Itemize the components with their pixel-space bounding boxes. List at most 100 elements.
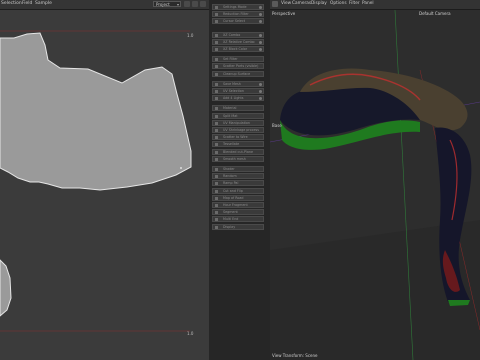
node-button-label: Cleanup Surface bbox=[223, 71, 251, 76]
node-icon bbox=[215, 143, 218, 147]
node-button[interactable]: Add 4 Lights bbox=[212, 95, 264, 102]
node-button[interactable]: XZ Combo bbox=[212, 31, 264, 38]
network-2d-view[interactable]: 1.0 1.0 bbox=[0, 10, 209, 360]
node-button[interactable]: UV Manipulation bbox=[212, 119, 264, 126]
node-button[interactable]: Blended cut-Plane bbox=[212, 148, 264, 155]
expand-icon[interactable] bbox=[192, 1, 198, 7]
node-button-label: Shader bbox=[223, 167, 235, 171]
menu-view[interactable]: View bbox=[281, 1, 291, 7]
menu-field[interactable]: Field bbox=[22, 1, 32, 7]
toggle-icon[interactable] bbox=[259, 13, 262, 17]
node-icon bbox=[215, 204, 218, 207]
node-button-label: Cut and Flip bbox=[223, 188, 243, 193]
node-button-label: Material bbox=[223, 106, 237, 111]
node-button[interactable]: Reduction Filter bbox=[212, 11, 264, 18]
node-icon bbox=[215, 40, 218, 44]
node-button-label: Add 4 Lights bbox=[223, 96, 244, 101]
node-button[interactable]: Ramp Pal bbox=[212, 180, 264, 187]
toggle-icon[interactable] bbox=[259, 40, 262, 44]
node-button-label: Reduction Filter bbox=[223, 12, 249, 17]
top-right-value: 1.0 bbox=[187, 33, 194, 38]
node-icon bbox=[215, 72, 218, 76]
menu-display[interactable]: Display bbox=[311, 1, 327, 7]
node-button[interactable]: Display bbox=[212, 223, 264, 230]
node-icon bbox=[215, 20, 218, 24]
node-button-label: Map of Road bbox=[223, 195, 244, 200]
node-button[interactable]: Hour Fragment bbox=[212, 202, 264, 208]
shape-canvas bbox=[0, 30, 192, 332]
node-button[interactable]: Multi End bbox=[212, 216, 264, 223]
node-button[interactable]: Scatter to Wire bbox=[212, 134, 264, 141]
node-button[interactable]: Map of Road bbox=[212, 194, 264, 201]
node-button[interactable]: XZ Relative Combo bbox=[212, 38, 264, 45]
toggle-icon[interactable] bbox=[259, 48, 262, 51]
point-marker[interactable] bbox=[180, 167, 182, 169]
node-button[interactable]: Material bbox=[212, 105, 264, 112]
node-button[interactable]: UV Shrinkage process bbox=[212, 127, 264, 133]
node-icon bbox=[215, 6, 218, 9]
node-button[interactable]: Random bbox=[212, 173, 264, 180]
viewport-3d[interactable]: Perspective Default Camera Base View Tra… bbox=[270, 10, 480, 360]
node-button[interactable]: Tessellate bbox=[212, 141, 264, 148]
menu-filter[interactable]: Filter bbox=[349, 1, 360, 7]
viewport-3d-panel: View Cameras Display Options Filter Pane… bbox=[270, 0, 480, 360]
node-button-label: Tessellate bbox=[223, 142, 240, 147]
node-button-label: Scatter Ports (visible) bbox=[223, 64, 259, 69]
node-icon bbox=[215, 189, 218, 193]
node-icon bbox=[215, 168, 218, 171]
node-icon bbox=[215, 13, 218, 17]
node-button[interactable]: Segment bbox=[212, 209, 264, 216]
view-transform-label: View Transform: Scene bbox=[272, 353, 318, 358]
node-button[interactable]: Save Mesh bbox=[212, 80, 264, 87]
toggle-icon[interactable] bbox=[259, 6, 262, 9]
node-button[interactable]: Cursor Select bbox=[212, 18, 264, 25]
menu-icon[interactable] bbox=[200, 1, 206, 7]
project-select[interactable]: Project ▾ bbox=[153, 1, 181, 7]
node-icon bbox=[215, 182, 218, 186]
toggle-icon[interactable] bbox=[259, 82, 262, 86]
node-button-label: Smooth mesh bbox=[223, 156, 246, 161]
toggle-icon[interactable] bbox=[259, 33, 262, 37]
toggle-icon[interactable] bbox=[259, 90, 262, 93]
node-icon bbox=[215, 114, 218, 118]
node-button-label: XZ Block Color bbox=[223, 47, 248, 51]
node-button-label: Set Filter bbox=[223, 57, 238, 62]
node-button[interactable]: Cleanup Surface bbox=[212, 70, 264, 77]
node-icon bbox=[215, 58, 218, 62]
island-shape-lower[interactable] bbox=[0, 259, 12, 317]
bottom-right-value: 1.0 bbox=[187, 331, 194, 336]
menu-cameras[interactable]: Cameras bbox=[292, 1, 311, 7]
camera-label[interactable]: Default Camera bbox=[419, 11, 451, 16]
pin-icon[interactable] bbox=[184, 1, 190, 7]
node-icon bbox=[215, 107, 218, 111]
toggle-icon[interactable] bbox=[259, 97, 262, 101]
toggle-icon[interactable] bbox=[259, 20, 262, 24]
menu-selection[interactable]: Selection bbox=[1, 1, 22, 7]
node-button-label: Random bbox=[223, 174, 237, 179]
menu-sample[interactable]: Sample bbox=[35, 1, 52, 7]
node-icon bbox=[215, 150, 218, 154]
menu-panel[interactable]: Panel bbox=[362, 1, 374, 7]
node-button-label: XZ Relative Combo bbox=[223, 39, 255, 44]
node-button[interactable]: Cut and Flip bbox=[212, 187, 264, 194]
node-button[interactable]: Settings Mode bbox=[212, 4, 264, 10]
node-icon bbox=[215, 211, 218, 215]
node-icon bbox=[215, 48, 218, 51]
node-button-label: UV Selection bbox=[223, 89, 244, 93]
node-button[interactable]: Scatter Ports (visible) bbox=[212, 63, 264, 70]
node-icon bbox=[215, 175, 218, 179]
node-button[interactable]: XZ Block Color bbox=[212, 46, 264, 52]
island-shape[interactable] bbox=[0, 32, 192, 191]
node-button[interactable]: Smooth mesh bbox=[212, 155, 264, 162]
node-icon bbox=[215, 97, 218, 101]
node-button[interactable]: Set Filter bbox=[212, 56, 264, 63]
node-button[interactable]: Split Mat bbox=[212, 112, 264, 119]
node-button-label: Scatter to Wire bbox=[223, 135, 248, 140]
menu-options[interactable]: Options bbox=[330, 1, 347, 7]
node-button[interactable]: UV Selection bbox=[212, 88, 264, 94]
viewport-icon[interactable] bbox=[272, 1, 278, 7]
node-button[interactable]: Shader bbox=[212, 166, 264, 172]
node-button-label: Settings Mode bbox=[223, 5, 247, 9]
node-button-label: Display bbox=[223, 224, 236, 229]
node-icon bbox=[215, 136, 218, 140]
